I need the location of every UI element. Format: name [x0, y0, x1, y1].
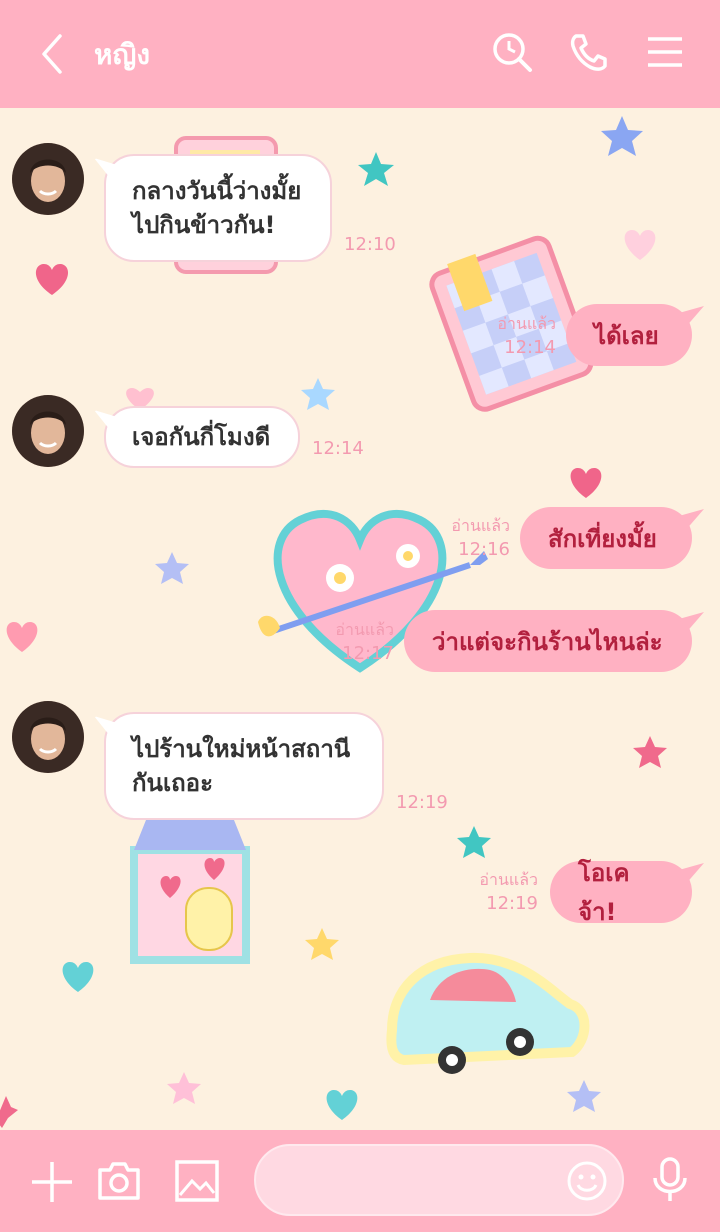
- contact-avatar[interactable]: [12, 701, 84, 773]
- message-bubble-incoming[interactable]: ไปร้านใหม่หน้าสถานี กันเถอะ: [104, 712, 384, 820]
- house-sticker-icon: [130, 810, 250, 964]
- contact-avatar[interactable]: [12, 143, 84, 215]
- message-input-box[interactable]: [254, 1144, 624, 1216]
- message-input[interactable]: [280, 1162, 560, 1198]
- emoji-icon: [567, 1161, 607, 1201]
- contact-avatar[interactable]: [12, 395, 84, 467]
- avatar-photo-icon: [12, 701, 84, 773]
- car-sticker-icon: [386, 952, 590, 1074]
- message-time: 12:10: [344, 234, 396, 255]
- avatar-photo-icon: [12, 143, 84, 215]
- message-meta: อ่านแล้ว 12:14: [480, 312, 556, 360]
- menu-button[interactable]: [644, 30, 688, 74]
- message-time: 12:17: [342, 643, 394, 664]
- gallery-button[interactable]: [174, 1159, 220, 1207]
- voice-button[interactable]: [650, 1156, 690, 1208]
- chat-header: หญิง: [0, 0, 720, 108]
- phone-icon: [570, 34, 607, 71]
- plus-icon: [32, 1162, 72, 1202]
- message-text-line: กันเถอะ: [132, 769, 213, 797]
- message-bubble-outgoing[interactable]: ว่าแต่จะกินร้านไหนล่ะ: [404, 610, 692, 672]
- message-time: 12:14: [504, 337, 556, 358]
- call-button[interactable]: [566, 30, 610, 74]
- chat-input-bar: [0, 1130, 720, 1232]
- message-time: 12:19: [396, 792, 448, 813]
- message-time: 12:14: [312, 438, 364, 459]
- menu-icon: [648, 37, 682, 67]
- message-time: 12:19: [486, 893, 538, 914]
- image-icon: [175, 1160, 219, 1202]
- chat-title: หญิง: [94, 38, 150, 71]
- message-bubble-incoming[interactable]: เจอกันกี่โมงดี: [104, 406, 300, 468]
- add-button[interactable]: [30, 1160, 74, 1208]
- read-receipt: อ่านแล้ว: [335, 620, 394, 639]
- message-bubble-outgoing[interactable]: ได้เลย: [566, 304, 692, 366]
- message-text: ว่าแต่จะกินร้านไหนล่ะ: [432, 627, 663, 656]
- search-button[interactable]: [490, 30, 534, 74]
- message-text-line: ไปกินข้าวกัน!: [132, 211, 276, 239]
- read-receipt: อ่านแล้ว: [479, 870, 538, 889]
- message-text: เจอกันกี่โมงดี: [132, 423, 271, 451]
- message-text: ได้เลย: [594, 321, 659, 350]
- back-button[interactable]: [30, 30, 70, 78]
- message-time: 12:16: [458, 539, 510, 560]
- message-text-line: ไปร้านใหม่หน้าสถานี: [132, 735, 351, 763]
- camera-button[interactable]: [96, 1158, 142, 1206]
- emoji-button[interactable]: [566, 1160, 608, 1206]
- message-bubble-outgoing[interactable]: โอเคจ้า!: [550, 859, 692, 926]
- message-bubble-outgoing[interactable]: สักเที่ยงมั้ย: [520, 507, 692, 569]
- message-meta: อ่านแล้ว 12:19: [462, 868, 538, 916]
- microphone-icon: [653, 1157, 687, 1201]
- message-meta: อ่านแล้ว 12:16: [434, 514, 510, 562]
- message-text-line: กลางวันนี้ว่างมั้ย: [132, 177, 302, 205]
- message-meta: อ่านแล้ว 12:17: [318, 618, 394, 666]
- read-receipt: อ่านแล้ว: [451, 516, 510, 535]
- back-icon: [42, 34, 62, 74]
- read-receipt: อ่านแล้ว: [497, 314, 556, 333]
- message-text: สักเที่ยงมั้ย: [548, 524, 657, 553]
- message-text: โอเคจ้า!: [578, 859, 630, 926]
- search-icon: [493, 33, 532, 72]
- camera-icon: [98, 1162, 140, 1200]
- avatar-photo-icon: [12, 395, 84, 467]
- message-bubble-incoming[interactable]: กลางวันนี้ว่างมั้ย ไปกินข้าวกัน!: [104, 154, 332, 262]
